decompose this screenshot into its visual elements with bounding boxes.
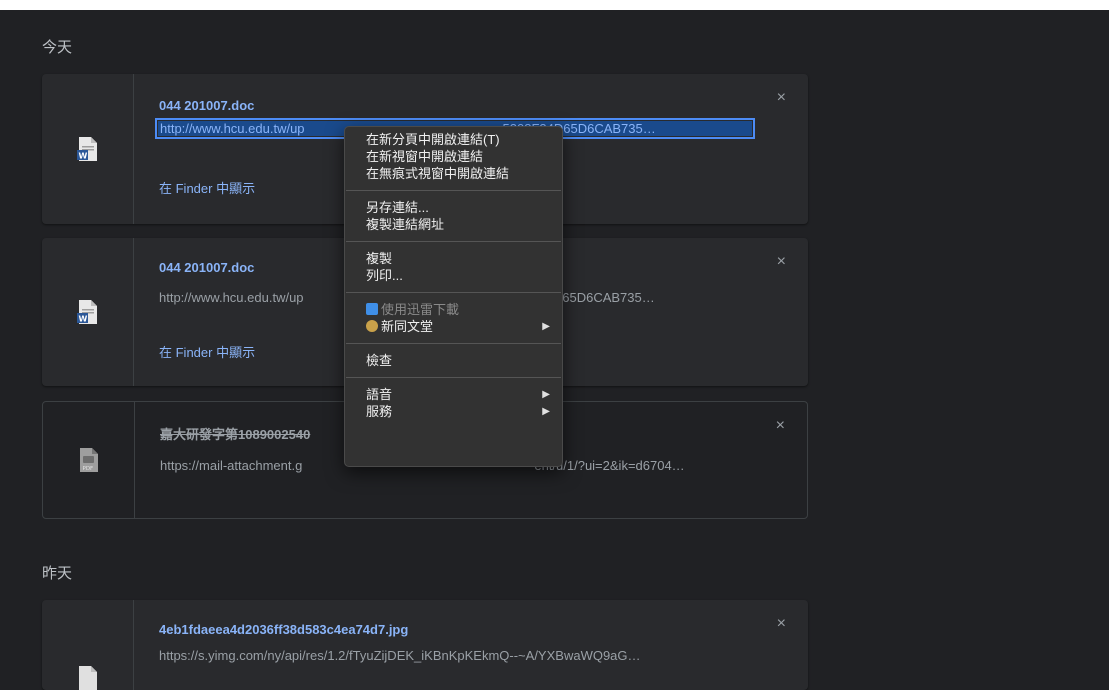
menu-separator	[346, 241, 561, 242]
file-icon-column: PDF	[43, 402, 135, 518]
file-icon-column: W	[42, 74, 134, 224]
show-in-finder-link[interactable]: 在 Finder 中顯示	[159, 342, 255, 361]
menu-separator	[346, 292, 561, 293]
window-top-strip	[0, 0, 1109, 10]
word-doc-icon[interactable]: W	[76, 136, 99, 162]
context-menu: 在新分頁中開啟連結(T) 在新視窗中開啟連結 在無痕式視窗中開啟連結 另存連結.…	[344, 126, 563, 467]
submenu-arrow-icon: ▶	[542, 321, 550, 332]
menu-separator	[346, 377, 561, 378]
menu-item-copy-link-address[interactable]: 複製連結網址	[345, 216, 562, 233]
file-icon-column	[42, 600, 134, 690]
menu-item-save-link-as[interactable]: 另存連結...	[345, 199, 562, 216]
menu-separator	[346, 343, 561, 344]
menu-item-open-in-new-window[interactable]: 在新視窗中開啟連結	[345, 148, 562, 165]
source-url-left: http://www.hcu.edu.tw/up	[159, 290, 304, 305]
menu-item-services[interactable]: 服務 ▶	[345, 403, 562, 420]
remove-item-button[interactable]: ×	[777, 254, 786, 270]
menu-item-print[interactable]: 列印...	[345, 267, 562, 284]
file-name-link[interactable]: 044 201007.doc	[159, 98, 254, 113]
thunder-bird-icon	[366, 303, 378, 315]
file-name-link[interactable]: 044 201007.doc	[159, 260, 254, 275]
show-in-finder-link[interactable]: 在 Finder 中顯示	[159, 178, 255, 197]
file-name-text: 嘉大研發字第10890025​40	[160, 427, 311, 442]
pdf-icon: PDF	[79, 448, 98, 472]
file-name-link[interactable]: 4eb1fdaeea4d2036ff38d583c4ea74d7.jpg	[159, 622, 408, 637]
svg-text:W: W	[78, 152, 87, 161]
image-file-icon[interactable]	[78, 665, 98, 690]
remove-item-button[interactable]: ×	[776, 418, 785, 434]
menu-item-open-in-incognito[interactable]: 在無痕式視窗中開啟連結	[345, 165, 562, 182]
remove-item-button[interactable]: ×	[777, 90, 786, 106]
menu-item-copy[interactable]: 複製	[345, 250, 562, 267]
source-url-link[interactable]: https://s.yimg.com/ny/api/res/1.2/fTyuZi…	[159, 648, 749, 663]
menu-separator	[346, 190, 561, 191]
menu-item-thunder-download: 使用迅雷下載	[345, 301, 562, 318]
section-today-label: 今天	[42, 39, 73, 56]
file-icon-column: W	[42, 238, 134, 386]
menu-item-inspect[interactable]: 檢查	[345, 352, 562, 369]
section-yesterday-label: 昨天	[42, 565, 73, 582]
svg-text:PDF: PDF	[82, 466, 93, 472]
xintongwentang-icon	[366, 320, 378, 332]
source-url-left: http://www.hcu.edu.tw/up	[160, 121, 305, 136]
word-doc-icon[interactable]: W	[76, 299, 99, 325]
source-url-left: https://mail-attachment.g	[160, 458, 303, 473]
download-item: 4eb1fdaeea4d2036ff38d583c4ea74d7.jpg htt…	[42, 600, 808, 690]
menu-item-xintongwentang[interactable]: 新同文堂 ▶	[345, 318, 562, 335]
remove-item-button[interactable]: ×	[777, 616, 786, 632]
menu-item-open-in-new-tab[interactable]: 在新分頁中開啟連結(T)	[345, 131, 562, 148]
submenu-arrow-icon: ▶	[542, 406, 550, 417]
svg-text:W: W	[78, 315, 87, 324]
menu-item-speech[interactable]: 語音 ▶	[345, 386, 562, 403]
submenu-arrow-icon: ▶	[542, 389, 550, 400]
